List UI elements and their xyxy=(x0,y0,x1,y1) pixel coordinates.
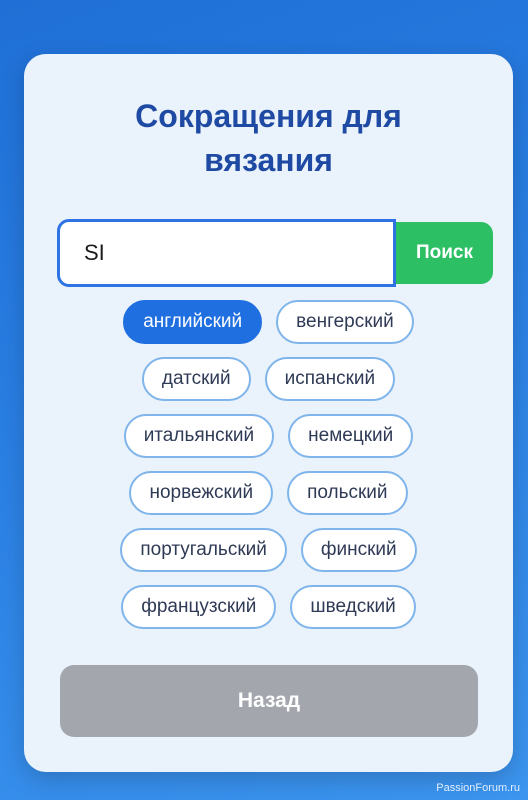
language-chip-swedish[interactable]: шведский xyxy=(290,585,416,629)
language-row: норвежский польский xyxy=(24,471,513,515)
language-chip-norwegian[interactable]: норвежский xyxy=(129,471,274,515)
watermark: PassionForum.ru xyxy=(436,782,520,794)
language-row: португальский финский xyxy=(24,528,513,572)
page-title: Сокращения для вязания xyxy=(135,98,402,178)
language-chip-finnish[interactable]: финский xyxy=(300,528,417,572)
language-chip-italian[interactable]: итальянский xyxy=(123,414,275,458)
language-chip-german[interactable]: немецкий xyxy=(288,414,414,458)
search-input[interactable] xyxy=(57,219,396,287)
language-chip-danish[interactable]: датский xyxy=(141,357,251,401)
back-button[interactable]: Назад xyxy=(60,665,478,737)
language-row: французский шведский xyxy=(24,585,513,629)
search-button[interactable]: Поиск xyxy=(396,222,493,284)
language-row: английский венгерский xyxy=(24,300,513,344)
main-card: Сокращения для вязания Поиск английский … xyxy=(24,54,513,772)
language-chip-hungarian[interactable]: венгерский xyxy=(276,300,414,344)
language-chip-english[interactable]: английский xyxy=(123,300,263,344)
search-bar: Поиск xyxy=(57,219,493,287)
language-chip-portuguese[interactable]: португальский xyxy=(120,528,287,572)
language-chip-french[interactable]: французский xyxy=(121,585,277,629)
language-row: итальянский немецкий xyxy=(24,414,513,458)
language-chip-polish[interactable]: польский xyxy=(287,471,408,515)
language-list: английский венгерский датский испанский … xyxy=(24,300,513,642)
language-row: датский испанский xyxy=(24,357,513,401)
language-chip-spanish[interactable]: испанский xyxy=(264,357,396,401)
